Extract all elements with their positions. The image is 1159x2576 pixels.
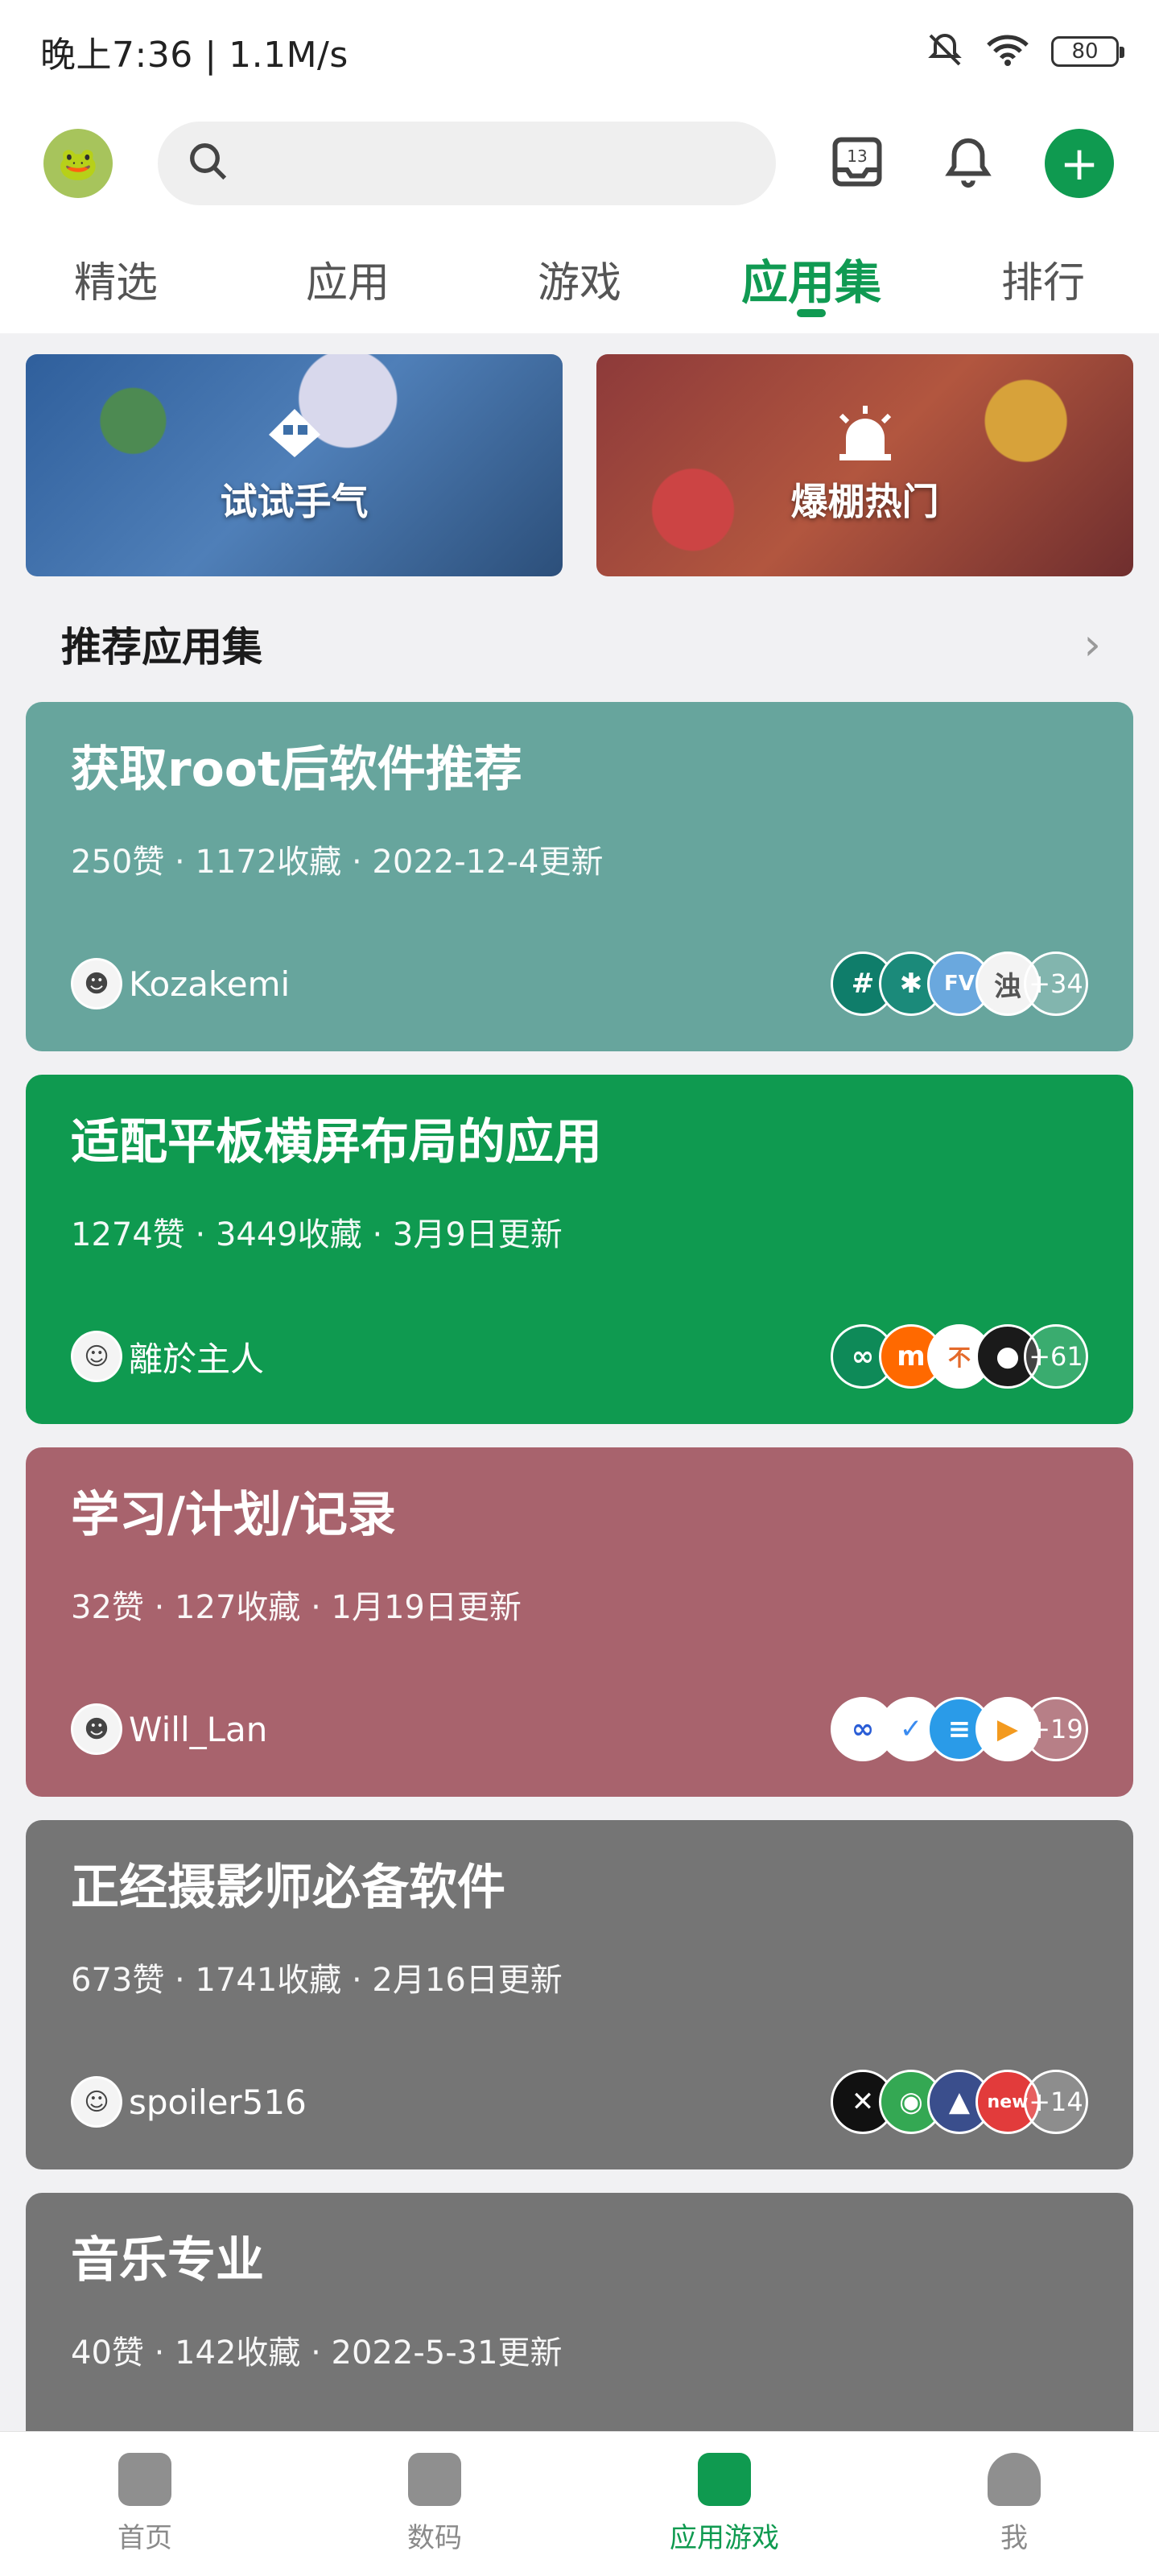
status-bar: 晚上7:36 | 1.1M/s 80	[0, 0, 1159, 103]
author-name[interactable]: spoiler516	[129, 2083, 307, 2122]
collection-card[interactable]: 正经摄影师必备软件 673赞 · 1741收藏 · 2月16日更新 ☺ spoi…	[26, 1820, 1133, 2169]
more-apps-count: +61	[1024, 1324, 1088, 1389]
collection-card[interactable]: 学习/计划/记录 32赞 · 127收藏 · 1月19日更新 ☻ Will_La…	[26, 1447, 1133, 1797]
home-icon	[118, 2453, 171, 2506]
inbox-icon: 13	[829, 134, 885, 193]
banner-row: 试试手气 爆棚热门	[26, 354, 1133, 576]
card-meta: 32赞 · 127收藏 · 1月19日更新	[71, 1589, 522, 1626]
card-meta: 1274赞 · 3449收藏 · 3月9日更新	[71, 1216, 563, 1253]
nav-label: 数码	[407, 2522, 462, 2554]
bottom-navigation: 首页 数码 应用游戏 我	[0, 2431, 1159, 2576]
author-name[interactable]: 離於主人	[129, 1332, 264, 1381]
author-name[interactable]: Will_Lan	[129, 1710, 267, 1749]
card-footer: ☺ 離於主人 ∞ m 不 ● +61	[71, 1324, 1088, 1389]
app-icon-stack: # ✱ FV 浊 +34	[831, 952, 1088, 1016]
download-manager-button[interactable]: 13	[823, 129, 892, 198]
user-avatar[interactable]: 🐸	[43, 129, 113, 198]
tab-featured[interactable]: 精选	[0, 224, 232, 333]
notification-button[interactable]	[934, 129, 1003, 198]
device-icon	[408, 2453, 461, 2506]
person-icon	[988, 2453, 1041, 2506]
author-avatar[interactable]: ☻	[71, 958, 122, 1009]
collection-card[interactable]: 适配平板横屏布局的应用 1274赞 · 3449收藏 · 3月9日更新 ☺ 離於…	[26, 1075, 1133, 1424]
section-title: 推荐应用集	[61, 624, 262, 671]
author-name[interactable]: Kozakemi	[129, 964, 290, 1004]
siren-icon	[831, 405, 899, 464]
tab-games[interactable]: 游戏	[464, 224, 695, 333]
category-tabs: 精选 应用 游戏 应用集 排行	[0, 224, 1159, 333]
nav-me[interactable]: 我	[869, 2432, 1159, 2576]
tab-label: 排行	[1000, 258, 1085, 308]
tab-rankings[interactable]: 排行	[927, 224, 1159, 333]
inbox-badge: 13	[847, 147, 868, 166]
nav-label: 应用游戏	[670, 2522, 779, 2554]
card-title: 音乐专业	[71, 2232, 264, 2289]
nav-label: 首页	[118, 2522, 172, 2554]
banner-label: 爆棚热门	[790, 480, 939, 523]
banner-hot[interactable]: 爆棚热门	[596, 354, 1133, 576]
tab-indicator	[797, 309, 826, 317]
status-time: 晚上7:36 | 1.1M/s	[40, 35, 349, 76]
add-button[interactable]: +	[1045, 129, 1114, 198]
status-icons: 80	[926, 31, 1124, 72]
tab-label: 应用集	[740, 255, 881, 310]
collection-card[interactable]: 获取root后软件推荐 250赞 · 1172收藏 · 2022-12-4更新 …	[26, 702, 1133, 1051]
battery-icon: 80	[1051, 36, 1124, 67]
card-meta: 673赞 · 1741收藏 · 2月16日更新	[71, 1962, 563, 1999]
nav-apps-games[interactable]: 应用游戏	[580, 2432, 869, 2576]
bell-muted-icon	[926, 31, 964, 72]
nav-digital[interactable]: 数码	[290, 2432, 580, 2576]
app-icon-stack: ∞ m 不 ● +61	[831, 1324, 1088, 1389]
author-avatar[interactable]: ☻	[71, 1703, 122, 1755]
card-title: 学习/计划/记录	[71, 1487, 396, 1543]
app-screen: 晚上7:36 | 1.1M/s 80 🐸 13 + 精选 应用 游戏 应用集 排…	[0, 0, 1159, 2576]
card-meta: 250赞 · 1172收藏 · 2022-12-4更新	[71, 844, 604, 881]
wifi-icon	[985, 32, 1030, 71]
banner-label: 试试手气	[220, 480, 369, 523]
card-title: 正经摄影师必备软件	[71, 1860, 505, 1916]
card-footer: ☺ spoiler516 ✕ ◉ ▲ new +14	[71, 2070, 1088, 2134]
card-meta: 40赞 · 142收藏 · 2022-5-31更新	[71, 2334, 563, 2372]
tab-label: 精选	[73, 258, 158, 308]
chevron-right-icon: ›	[1083, 618, 1101, 670]
card-footer: ☻ Will_Lan ∞ ✓ ≡ ▶ +19	[71, 1697, 1088, 1761]
dice-icon	[262, 405, 327, 464]
card-title: 适配平板横屏布局的应用	[71, 1114, 602, 1170]
tab-apps[interactable]: 应用	[232, 224, 464, 333]
nav-home[interactable]: 首页	[0, 2432, 290, 2576]
tab-label: 游戏	[537, 258, 621, 308]
app-icon-stack: ∞ ✓ ≡ ▶ +19	[831, 1697, 1088, 1761]
card-title: 获取root后软件推荐	[71, 741, 522, 798]
bell-icon	[940, 134, 996, 193]
plus-icon: +	[1045, 129, 1114, 198]
app-icon-stack: ✕ ◉ ▲ new +14	[831, 2070, 1088, 2134]
tab-label: 应用	[305, 258, 390, 308]
more-apps-count: +34	[1024, 952, 1088, 1016]
more-apps-count: +14	[1024, 2070, 1088, 2134]
author-avatar[interactable]: ☺	[71, 2076, 122, 2128]
search-icon	[187, 140, 230, 187]
shopping-bag-icon	[698, 2453, 751, 2506]
banner-lucky[interactable]: 试试手气	[26, 354, 563, 576]
author-avatar[interactable]: ☺	[71, 1331, 122, 1382]
search-bar[interactable]	[158, 122, 776, 205]
nav-label: 我	[1000, 2522, 1028, 2554]
section-header[interactable]: 推荐应用集 ›	[26, 596, 1133, 692]
more-apps-count: +19	[1024, 1697, 1088, 1761]
tab-app-collections[interactable]: 应用集	[695, 224, 927, 333]
top-bar: 🐸 13 +	[0, 103, 1159, 224]
card-footer: ☻ Kozakemi # ✱ FV 浊 +34	[71, 952, 1088, 1016]
